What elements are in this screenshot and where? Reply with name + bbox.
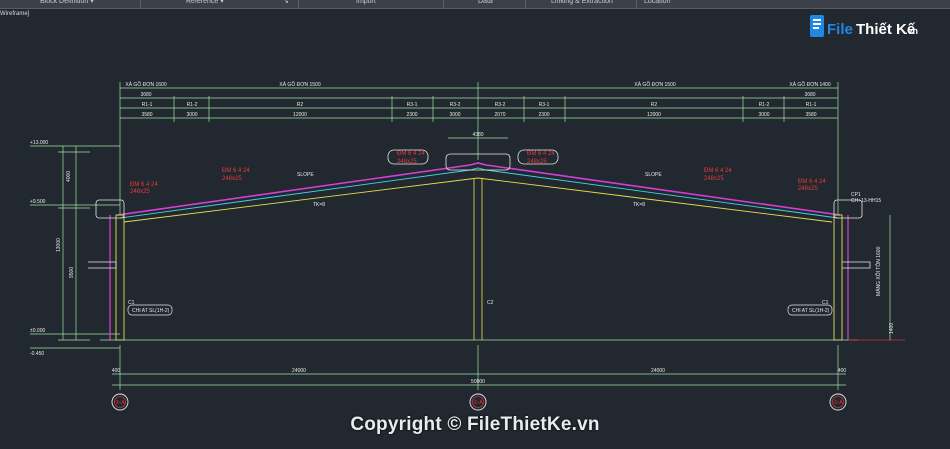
dim-text: 3000: [449, 112, 460, 118]
top-dimensions: [119, 82, 839, 215]
dim-text: R3-1: [539, 102, 550, 108]
dim-text: 3580: [141, 112, 152, 118]
dim-text-total: 50000: [471, 379, 485, 385]
left-column: [115, 214, 125, 341]
logo-text-file: File: [827, 21, 853, 38]
elev-text: -0.450: [30, 351, 44, 357]
dim-text: 3580: [805, 112, 816, 118]
rafter-label: ĐM 6 4 24: [130, 182, 158, 188]
logo-document-icon: [810, 15, 824, 37]
elev-text: ±0.000: [30, 328, 45, 334]
dim-text: R1-2: [759, 102, 770, 108]
left-bracket: [88, 261, 117, 269]
tab-import[interactable]: Import: [356, 0, 376, 8]
dim-text: R2: [297, 102, 304, 108]
dim-text: R3-2: [450, 102, 461, 108]
dim-text: 12000: [647, 112, 661, 118]
slope-label: SLOPE: [297, 172, 314, 178]
base-note: CHI AT SL(1H-2): [792, 308, 830, 314]
dim-text: 24000: [651, 368, 665, 374]
rafter-label: ĐM 6 4 24: [527, 151, 555, 157]
rafter-label: ĐM 6 4 24: [798, 179, 826, 185]
right-bracket: [842, 261, 871, 269]
grid-axes: ①-A ②-A ③-A: [111, 393, 847, 411]
dim-text-ridge: 4380: [472, 132, 483, 138]
purlin-label: TK=8: [313, 202, 325, 208]
axis-label: ③-A: [833, 400, 843, 406]
vdim-text: 1400: [889, 323, 895, 334]
tab-location[interactable]: Location: [644, 0, 670, 8]
dim-text: R3-1: [407, 102, 418, 108]
dim-text: R2: [651, 102, 658, 108]
rafter-label: ĐM 6 4 24: [397, 151, 425, 157]
rafter-callouts: ĐM 6 4 24 248x25 ĐM 6 4 24 248x25 ĐM 6 4…: [128, 151, 882, 306]
tab-reference[interactable]: Reference ▾: [186, 0, 224, 8]
ribbon-separator: [140, 0, 141, 8]
left-elevation-text: +13.000 +9.500 ±0.000 -0.450 4000 13000 …: [30, 140, 75, 357]
gutter-note: CH+13-HH15: [851, 198, 881, 204]
tab-reference-launcher[interactable]: ↘: [283, 0, 289, 8]
elev-text: +13.000: [30, 140, 48, 146]
cad-drawing-canvas[interactable]: XÀ GỒ ĐƠN 1600 XÀ GỒ ĐƠN 1500 XÀ GỒ ĐƠN …: [0, 9, 950, 414]
rafter-bottom-flange: [123, 177, 833, 223]
dim-text: XÀ GỒ ĐƠN 1500: [634, 81, 675, 88]
purlin-label: TK=8: [633, 202, 645, 208]
dim-text: 400: [112, 368, 121, 374]
vdim-text: 13000: [56, 238, 62, 252]
dim-text: XÀ GỒ ĐƠN 1500: [279, 81, 320, 88]
base-note: CHI AT SL(1H-2): [132, 308, 170, 314]
dim-text: 3000: [758, 112, 769, 118]
dim-text: 2300: [538, 112, 549, 118]
tab-block-definition[interactable]: Block Definition ▾: [40, 0, 94, 8]
dim-text: 12000: [293, 112, 307, 118]
dim-text: R1-2: [187, 102, 198, 108]
rafter-size: 248x25: [222, 176, 242, 182]
dim-text: XÀ GỒ ĐƠN 1400: [789, 81, 830, 88]
portal-frame: [88, 149, 905, 341]
dim-text: 3000: [186, 112, 197, 118]
copyright-watermark: Copyright © FileThietKe.vn: [350, 414, 600, 435]
dim-text: R3-2: [495, 102, 506, 108]
base-notes: CHI AT SL(1H-2) CHI AT SL(1H-2): [127, 304, 833, 316]
dim-text: 2300: [406, 112, 417, 118]
vdim-text: 9500: [69, 267, 75, 278]
ribbon-separator: [525, 0, 526, 8]
rafter-size: 248x25: [704, 176, 724, 182]
dim-text: XÀ GỒ ĐƠN 1600: [125, 81, 166, 88]
right-vertical-dims: 1400: [889, 215, 895, 340]
tab-data[interactable]: Data: [478, 0, 493, 8]
rafter-label: ĐM 6 4 24: [704, 168, 732, 174]
vdim-text: 4000: [66, 171, 72, 182]
rafter-label: ĐM 6 4 24: [222, 168, 250, 174]
axis-label: ②-A: [473, 400, 483, 406]
dim-text: 400: [838, 368, 847, 374]
bottom-dimensions: 400 24000 24000 400 50000: [112, 345, 847, 390]
filethietke-logo: File Thiết Kế .vn: [810, 15, 918, 38]
axis-label: ①-A: [115, 400, 125, 406]
ribbon-separator: [443, 0, 444, 8]
rafter-size: 248x25: [798, 186, 818, 192]
logo-text-vn: .vn: [905, 26, 918, 36]
tab-linking-extraction[interactable]: Linking & Extraction: [551, 0, 613, 8]
left-elevation-marks: [30, 145, 120, 349]
rafter-size: 248x25: [130, 189, 150, 195]
column-label: C2: [487, 300, 494, 306]
ribbon-bar: Block Definition ▾ Reference ▾ ↘ Import …: [0, 0, 950, 9]
right-column: [833, 214, 843, 341]
dim-text: R1-1: [142, 102, 153, 108]
side-label: MÁNG XỐI TÔN 1600: [875, 246, 882, 296]
dim-text: 3680: [804, 92, 815, 98]
dim-text: R1-1: [806, 102, 817, 108]
ribbon-separator: [298, 0, 299, 8]
slope-label: SLOPE: [645, 172, 662, 178]
ribbon-separator: [636, 0, 637, 8]
dim-text: 3680: [140, 92, 151, 98]
rafter-size: 248x25: [527, 159, 547, 165]
dim-text: 24000: [292, 368, 306, 374]
dim-text: 2070: [494, 112, 505, 118]
elev-text: +9.500: [30, 199, 46, 205]
rafter-size: 248x25: [397, 159, 417, 165]
